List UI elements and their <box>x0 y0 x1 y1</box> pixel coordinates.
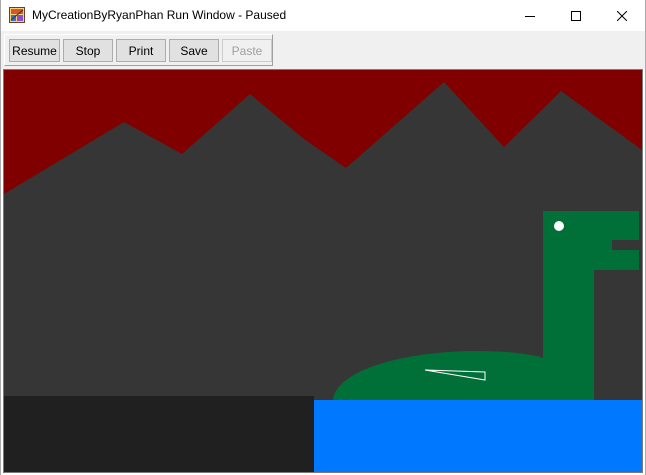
stop-button[interactable]: Stop <box>63 39 113 62</box>
title-bar[interactable]: MyCreationByRyanPhan Run Window - Paused <box>1 0 645 31</box>
drawing-canvas[interactable] <box>3 69 643 473</box>
minimize-button[interactable] <box>507 0 553 31</box>
run-window: MyCreationByRyanPhan Run Window - Paused… <box>0 0 646 475</box>
close-button[interactable] <box>599 0 645 31</box>
save-button[interactable]: Save <box>169 39 219 62</box>
water <box>314 400 642 472</box>
toolbar-button-group: Resume Stop Print Save Paste <box>4 34 273 66</box>
toolbar: Resume Stop Print Save Paste <box>1 31 645 69</box>
paste-button[interactable]: Paste <box>222 39 272 62</box>
app-icon <box>9 7 25 23</box>
ground <box>4 396 314 472</box>
maximize-button[interactable] <box>553 0 599 31</box>
dinosaur-eye <box>554 221 564 231</box>
window-title: MyCreationByRyanPhan Run Window - Paused <box>32 8 287 22</box>
maximize-icon <box>571 10 581 21</box>
close-icon <box>617 10 627 21</box>
minimize-icon <box>525 15 535 17</box>
print-button[interactable]: Print <box>116 39 166 62</box>
resume-button[interactable]: Resume <box>9 39 60 62</box>
scene-svg <box>4 70 642 472</box>
